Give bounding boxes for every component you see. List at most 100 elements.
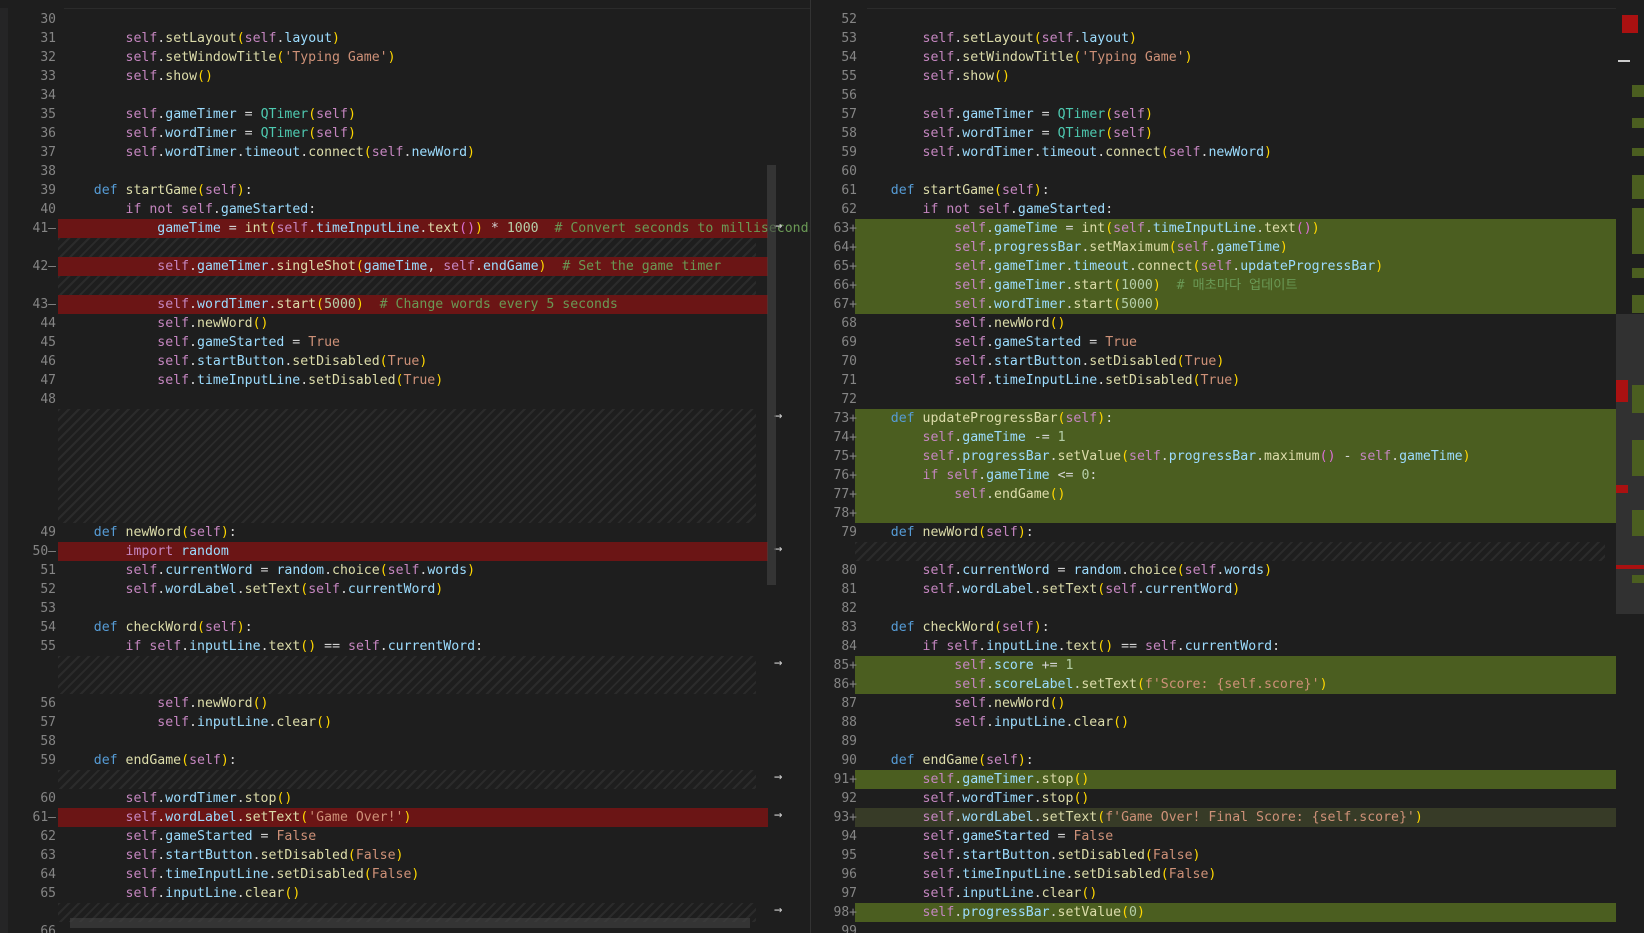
original-editor-pane[interactable]: 30 31 self.setLayout(self.layout) 32 self.… xyxy=(8,0,810,933)
code-line[interactable]: if self.inputLine.text() == self.current… xyxy=(859,637,1280,656)
code-line[interactable]: def updateProgressBar(self): xyxy=(859,409,1113,428)
code-line[interactable]: self.show() xyxy=(62,67,213,86)
code-line[interactable]: import random xyxy=(62,542,229,561)
revert-change-arrow-icon[interactable]: → xyxy=(774,807,782,823)
code-line[interactable]: def newWord(self): xyxy=(62,523,237,542)
code-line[interactable]: self.score += 1 xyxy=(859,656,1073,675)
code-line[interactable]: self.endGame() xyxy=(859,485,1065,504)
code-line[interactable]: if self.inputLine.text() == self.current… xyxy=(62,637,483,656)
code-line[interactable]: self.gameTimer.stop() xyxy=(859,770,1090,789)
code-line[interactable]: self.gameTimer.timeout.connect(self.upda… xyxy=(859,257,1383,276)
code-line[interactable]: self.scoreLabel.setText(f'Score: {self.s… xyxy=(859,675,1327,694)
code-line[interactable]: self.currentWord = random.choice(self.wo… xyxy=(859,561,1272,580)
code-line[interactable]: self.wordTimer = QTimer(self) xyxy=(859,124,1153,143)
code-line[interactable]: self.startButton.setDisabled(False) xyxy=(62,846,404,865)
line-number: 53 xyxy=(40,601,56,616)
line-number: 34 xyxy=(40,88,56,103)
code-line[interactable]: gameTime = int(self.timeInputLine.text()… xyxy=(62,219,810,238)
code-line[interactable]: self.startButton.setDisabled(False) xyxy=(859,846,1201,865)
revert-change-arrow-icon[interactable]: → xyxy=(774,655,782,671)
code-line[interactable]: self.show() xyxy=(859,67,1010,86)
code-line[interactable]: self.gameStarted = False xyxy=(62,827,317,846)
code-line[interactable]: self.newWord() xyxy=(62,314,268,333)
code-line[interactable]: def endGame(self): xyxy=(859,751,1034,770)
code-line[interactable]: self.inputLine.clear() xyxy=(859,713,1129,732)
code-line[interactable]: self.progressBar.setMaximum(self.gameTim… xyxy=(859,238,1288,257)
line-number: 56 xyxy=(841,88,857,103)
code-line[interactable]: self.timeInputLine.setDisabled(False) xyxy=(62,865,420,884)
code-line[interactable]: def checkWord(self): xyxy=(62,618,253,637)
code-line[interactable]: self.setWindowTitle('Typing Game') xyxy=(62,48,396,67)
code-line[interactable]: self.currentWord = random.choice(self.wo… xyxy=(62,561,475,580)
code-line[interactable]: self.gameTimer = QTimer(self) xyxy=(859,105,1153,124)
code-line[interactable]: self.wordTimer.start(5000) xyxy=(859,295,1161,314)
code-line[interactable]: self.wordLabel.setText(self.currentWord) xyxy=(859,580,1241,599)
code-line[interactable]: self.gameTimer.singleShot(gameTime, self… xyxy=(62,257,721,276)
code-line[interactable]: self.wordTimer.stop() xyxy=(62,789,293,808)
line-number: 71 xyxy=(841,373,857,388)
code-line[interactable]: self.startButton.setDisabled(True) xyxy=(859,352,1224,371)
revert-change-arrow-icon[interactable]: → xyxy=(774,902,782,918)
code-line[interactable]: self.progressBar.setValue(0) xyxy=(859,903,1145,922)
code-line[interactable]: self.setLayout(self.layout) xyxy=(859,29,1137,48)
code-line[interactable]: self.inputLine.clear() xyxy=(62,713,332,732)
code-line[interactable]: if not self.gameStarted: xyxy=(859,200,1114,219)
code-line[interactable]: self.wordTimer.stop() xyxy=(859,789,1090,808)
overview-marker xyxy=(1632,575,1644,583)
code-line[interactable]: self.gameTimer = QTimer(self) xyxy=(62,105,356,124)
code-line[interactable]: def startGame(self): xyxy=(62,181,253,200)
code-line[interactable]: def checkWord(self): xyxy=(859,618,1050,637)
code-line[interactable]: def startGame(self): xyxy=(859,181,1050,200)
line-number: 49 xyxy=(40,525,56,540)
line-number: 92 xyxy=(841,791,857,806)
code-line[interactable]: self.startButton.setDisabled(True) xyxy=(62,352,427,371)
code-line[interactable]: self.newWord() xyxy=(62,694,268,713)
code-line[interactable]: self.wordLabel.setText(self.currentWord) xyxy=(62,580,444,599)
code-line[interactable]: self.wordTimer.start(5000) # Change word… xyxy=(62,295,618,314)
diff-overview-ruler[interactable] xyxy=(1616,0,1644,933)
code-line[interactable]: if not self.gameStarted: xyxy=(62,200,317,219)
overview-marker xyxy=(1616,380,1628,402)
line-number: 87 xyxy=(841,696,857,711)
code-line[interactable]: self.inputLine.clear() xyxy=(62,884,301,903)
line-number: 50— xyxy=(32,544,56,559)
code-line[interactable]: self.gameStarted = True xyxy=(62,333,340,352)
code-line[interactable]: self.wordLabel.setText('Game Over!') xyxy=(62,808,412,827)
code-line[interactable]: self.progressBar.setValue(self.progressB… xyxy=(859,447,1471,466)
code-line[interactable]: self.gameTime -= 1 xyxy=(859,428,1066,447)
diff-filler-region xyxy=(58,238,756,257)
line-number: 47 xyxy=(40,373,56,388)
code-line[interactable]: def endGame(self): xyxy=(62,751,237,770)
line-number: 94 xyxy=(841,829,857,844)
modified-editor-pane[interactable]: 52 53 self.setLayout(self.layout) 54 self.… xyxy=(810,0,1617,933)
line-number: 78+ xyxy=(833,506,857,521)
code-line[interactable]: self.wordLabel.setText(f'Game Over! Fina… xyxy=(859,808,1423,827)
overview-marker xyxy=(1622,15,1638,33)
line-number: 54 xyxy=(40,620,56,635)
code-line[interactable]: self.gameStarted = True xyxy=(859,333,1137,352)
line-number: 53 xyxy=(841,31,857,46)
code-line[interactable]: self.gameStarted = False xyxy=(859,827,1114,846)
left-scrollbar-thumb[interactable] xyxy=(767,165,776,585)
code-line[interactable]: self.wordTimer = QTimer(self) xyxy=(62,124,356,143)
code-line[interactable]: self.setLayout(self.layout) xyxy=(62,29,340,48)
code-line[interactable]: self.gameTime = int(self.timeInputLine.t… xyxy=(859,219,1319,238)
code-line[interactable]: self.wordTimer.timeout.connect(self.newW… xyxy=(62,143,475,162)
code-line[interactable]: self.timeInputLine.setDisabled(False) xyxy=(859,865,1217,884)
line-number: 41— xyxy=(32,221,56,236)
code-line[interactable]: if self.gameTime <= 0: xyxy=(859,466,1098,485)
code-line[interactable]: self.timeInputLine.setDisabled(True) xyxy=(859,371,1240,390)
code-line[interactable]: def newWord(self): xyxy=(859,523,1034,542)
line-number: 72 xyxy=(841,392,857,407)
code-line[interactable]: self.gameTimer.start(1000) # 매초마다 업데이트 xyxy=(859,276,1297,295)
code-line[interactable]: self.timeInputLine.setDisabled(True) xyxy=(62,371,443,390)
code-line[interactable]: self.newWord() xyxy=(859,694,1065,713)
revert-change-arrow-icon[interactable]: → xyxy=(774,769,782,785)
code-line[interactable]: self.inputLine.clear() xyxy=(859,884,1098,903)
activity-strip xyxy=(0,8,8,933)
code-line[interactable]: self.setWindowTitle('Typing Game') xyxy=(859,48,1193,67)
overview-marker xyxy=(1632,510,1644,536)
bottom-scrollbar[interactable] xyxy=(70,918,750,928)
code-line[interactable]: self.newWord() xyxy=(859,314,1065,333)
code-line[interactable]: self.wordTimer.timeout.connect(self.newW… xyxy=(859,143,1272,162)
